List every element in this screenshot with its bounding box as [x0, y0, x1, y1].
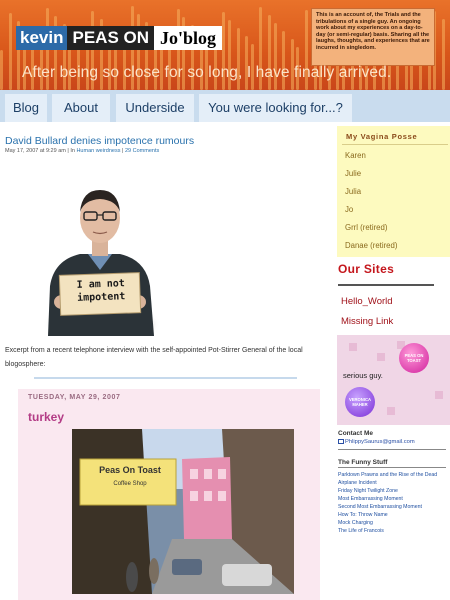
tab-blog[interactable]: Blog	[5, 94, 47, 122]
post-photo	[48, 190, 154, 336]
site-link-missing-link[interactable]: Missing Link	[341, 316, 393, 327]
site-header: kevin PEAS ON Jo'blog This is an account…	[0, 0, 450, 90]
posse-title: My Vagina Posse	[346, 132, 418, 141]
funny-link[interactable]: Parktown Prawns and the Rise of the Dead	[338, 472, 437, 478]
sites-divider	[338, 284, 434, 286]
contact-email-link[interactable]: PhlippySaurus@gmail.com	[338, 439, 415, 445]
funny-link[interactable]: How To: Throw Name	[338, 512, 388, 518]
sites-title: Our Sites	[338, 262, 395, 276]
funny-link[interactable]: Second Most Embarrassing Moment	[338, 504, 422, 510]
logo-peas-text: PEAS ON	[67, 26, 155, 50]
posse-item-julie[interactable]: Julie	[345, 169, 361, 178]
promo-decor-square	[349, 343, 357, 351]
site-link-hello-world[interactable]: Hello_World	[341, 296, 393, 307]
mail-icon	[338, 439, 344, 444]
contact-divider	[338, 449, 446, 450]
posse-item-jo[interactable]: Jo	[345, 205, 353, 214]
peas-on-toast-badge[interactable]: PEAS ON TOAST	[399, 343, 429, 373]
street-photo	[72, 429, 294, 594]
posse-box: My Vagina Posse Karen Julie Julia Jo Grr…	[337, 126, 450, 257]
post-comments-link[interactable]: 29 Comments	[125, 148, 159, 154]
post-divider	[34, 377, 297, 379]
contact-title: Contact Me	[338, 430, 374, 437]
funny-link[interactable]: Mock Charging	[338, 520, 373, 526]
site-tagline: This is an account of, the Trials and th…	[311, 8, 435, 66]
logo-jo-text: Jo'blog	[154, 26, 223, 50]
funny-divider	[338, 467, 446, 468]
post-excerpt: Excerpt from a recent telephone intervie…	[5, 347, 303, 368]
tab-underside[interactable]: Underside	[116, 94, 194, 122]
posse-divider	[342, 144, 448, 145]
posse-item-grrl[interactable]: Grrl (retired)	[345, 223, 387, 232]
post-category-link[interactable]: Human weirdness	[76, 148, 120, 154]
funny-link[interactable]: Most Embarrassing Moment	[338, 496, 403, 502]
shop-sign-subtitle: Coffee Shop	[113, 481, 147, 487]
post-title[interactable]: David Bullard denies impotence rumours	[5, 135, 194, 147]
main-nav: Blog About Underside You were looking fo…	[0, 90, 450, 122]
embed-date: TUESDAY, MAY 29, 2007	[28, 394, 121, 401]
veronica-maher-badge[interactable]: VERONICA MAHER	[345, 387, 375, 417]
logo-kevin-text: kevin	[16, 26, 68, 50]
promo-decor-square	[387, 407, 395, 415]
embedded-post: TUESDAY, MAY 29, 2007 turkey Peas On Toa…	[18, 389, 320, 600]
wheat-stalk	[8, 13, 12, 90]
posse-item-danae[interactable]: Danae (retired)	[345, 241, 397, 250]
wheat-stalk	[0, 50, 3, 90]
tab-about[interactable]: About	[52, 94, 110, 122]
wheat-stalk	[441, 19, 445, 90]
posse-item-julia[interactable]: Julia	[345, 187, 361, 196]
promo-decor-square	[377, 353, 385, 361]
promo-text: serious guy.	[343, 371, 383, 380]
funny-link[interactable]: The Life of Francois	[338, 528, 384, 534]
posse-item-karen[interactable]: Karen	[345, 151, 366, 160]
sidebar-promo[interactable]: serious guy. PEAS ON TOAST VERONICA MAHE…	[337, 335, 450, 425]
sidebar: My Vagina Posse Karen Julie Julia Jo Grr…	[332, 122, 450, 600]
shop-sign-title: Peas On Toast	[99, 465, 161, 475]
site-logo[interactable]: kevin PEAS ON Jo'blog	[16, 26, 223, 50]
contact-email-text: PhlippySaurus@gmail.com	[345, 439, 415, 445]
main-content: David Bullard denies impotence rumours M…	[0, 122, 332, 600]
embed-title[interactable]: turkey	[28, 410, 64, 424]
sign-text: I am not impotent	[76, 278, 126, 304]
funny-title: The Funny Stuff	[338, 459, 388, 466]
post-meta: May 17, 2007 at 9:29 am | In Human weird…	[5, 148, 159, 154]
header-headline: After being so close for so long, I have…	[22, 64, 392, 81]
tab-you-were-looking-for[interactable]: You were looking for...?	[199, 94, 352, 122]
post-date: May 17, 2007 at 9:29 am | In	[5, 148, 77, 154]
funny-link[interactable]: Friday Night Twilight Zone	[338, 488, 398, 494]
promo-decor-square	[435, 391, 443, 399]
funny-link[interactable]: Airplane Incident	[338, 480, 377, 486]
